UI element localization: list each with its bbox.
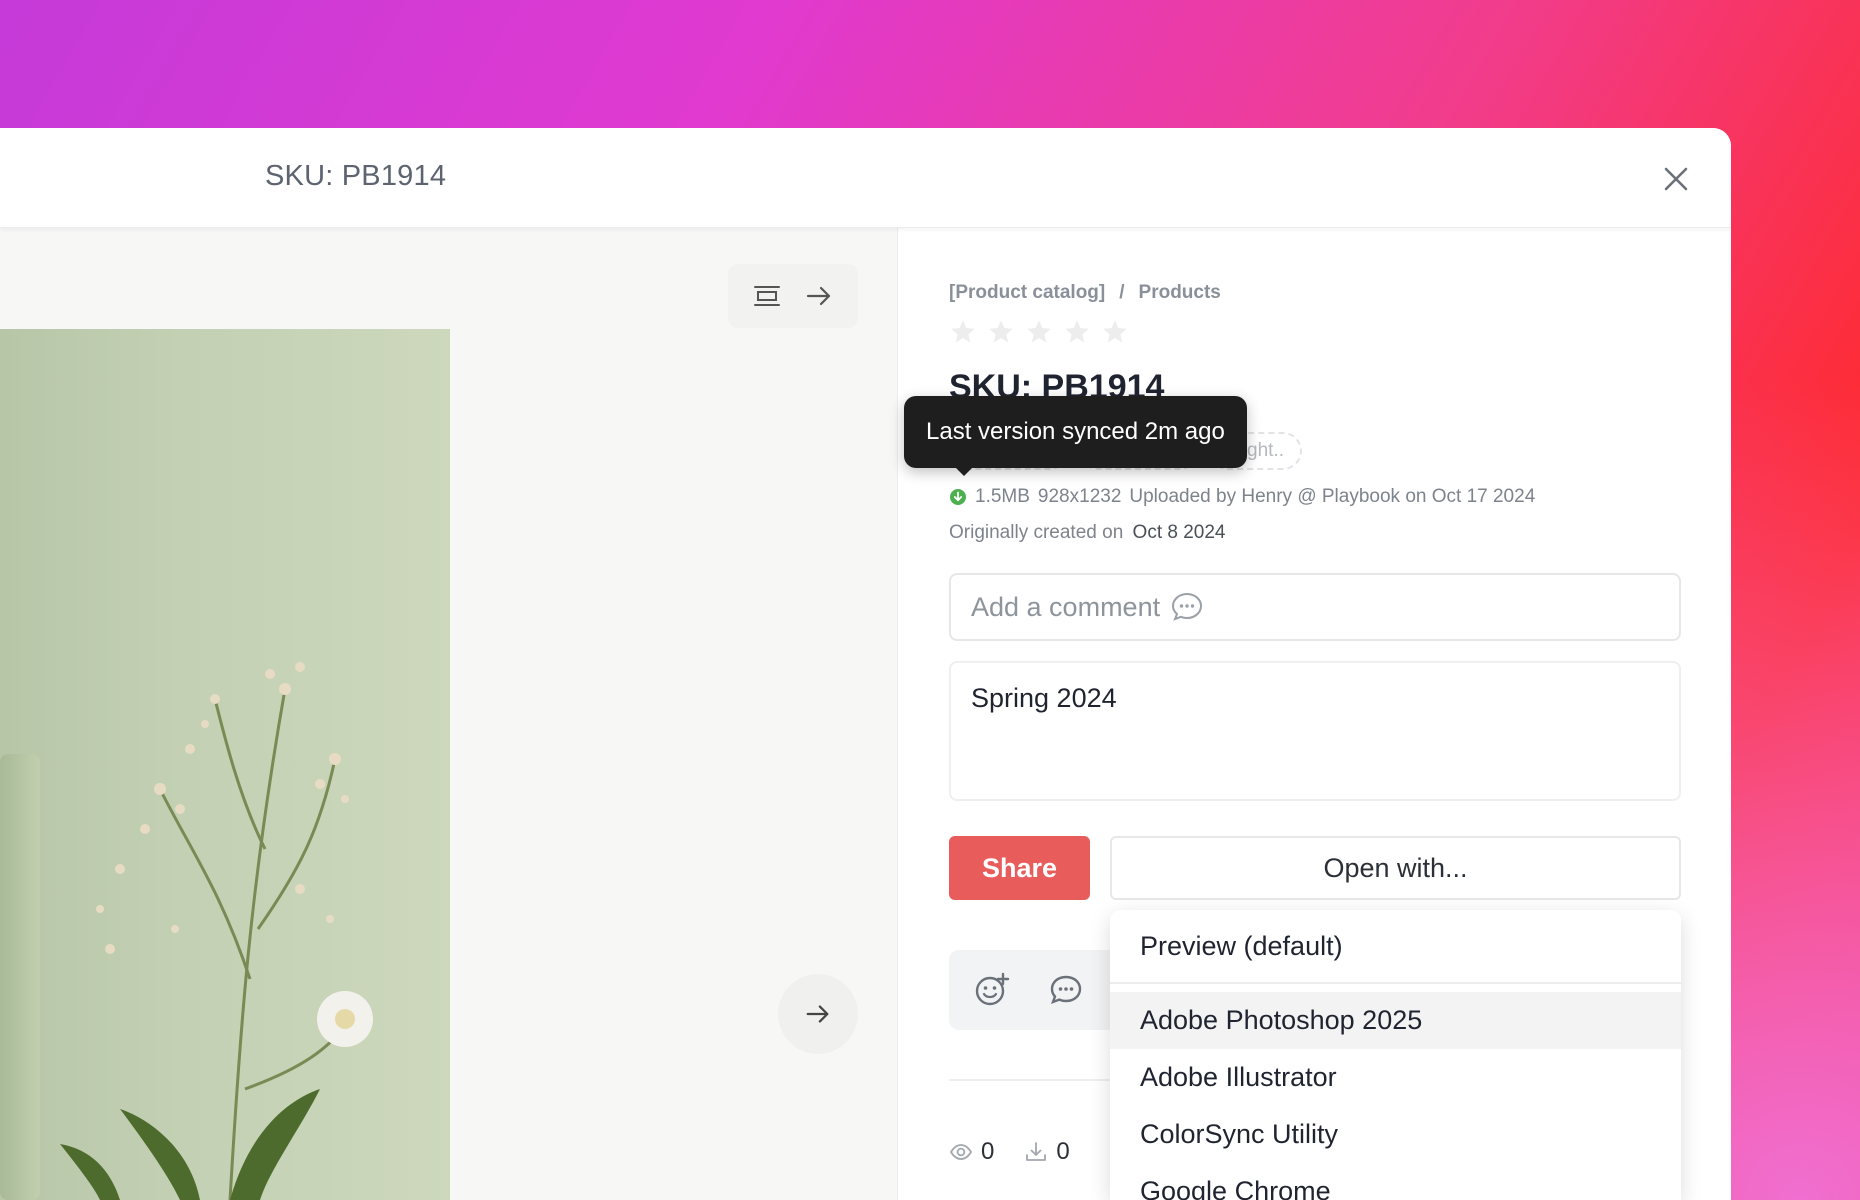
star-icon[interactable] [949,318,977,346]
comment-input[interactable]: Add a comment [949,573,1681,641]
comments-icon[interactable] [1047,971,1085,1009]
eye-icon [949,1144,973,1160]
layout-icon[interactable] [752,281,782,311]
open-with-button[interactable]: Open with... [1110,836,1681,900]
product-image [0,329,450,1200]
menu-item-illustrator[interactable]: Adobe Illustrator [1110,1049,1681,1106]
file-size: 1.5MB [975,486,1030,507]
star-icon[interactable] [1025,318,1053,346]
comment-placeholder: Add a comment [971,591,1161,622]
created-label: Originally created on [949,522,1124,543]
modal-title: SKU: PB1914 [265,160,447,192]
menu-item-preview[interactable]: Preview (default) [1110,910,1681,984]
created-info: Originally created on Oct 8 2024 [949,522,1226,544]
views-stat: 0 [949,1138,994,1166]
flower-illustration [0,662,373,1200]
arrow-right-icon[interactable] [804,281,834,311]
sync-tooltip: Last version synced 2m ago [904,396,1247,476]
file-dimensions: 928x1232 [1037,486,1122,507]
sync-status-icon [950,489,966,505]
menu-item-colorsync[interactable]: ColorSync Utility [1110,1106,1681,1163]
menu-item-photoshop[interactable]: Adobe Photoshop 2025 [1110,992,1681,1049]
file-meta: 1.5MB 928x1232 Uploaded by Henry @ Playb… [949,486,1535,508]
breadcrumb: [Product catalog] / Products [949,282,1221,304]
breadcrumb-products[interactable]: Products [1139,282,1221,304]
modal-header: SKU: PB1914 [0,128,1731,228]
close-icon[interactable] [1661,164,1691,194]
arrow-right-icon [806,1005,829,1023]
star-icon[interactable] [987,318,1015,346]
open-with-menu: Preview (default) Adobe Photoshop 2025 A… [1110,910,1681,1200]
share-button[interactable]: Share [949,836,1090,900]
speech-bubble-icon [1172,592,1203,621]
rating-stars [949,318,1129,346]
star-icon[interactable] [1101,318,1129,346]
next-image-button[interactable] [778,974,858,1054]
breadcrumb-catalog[interactable]: [Product catalog] [949,282,1105,304]
menu-item-chrome[interactable]: Google Chrome [1110,1163,1681,1200]
download-icon [1026,1142,1047,1161]
preview-pane [0,228,898,1200]
asset-stats: 0 0 [949,1138,1070,1166]
star-icon[interactable] [1063,318,1091,346]
created-date: Oct 8 2024 [1132,522,1226,543]
preview-toolbar [728,264,858,328]
breadcrumb-separator: / [1119,282,1125,303]
notes-field[interactable]: Spring 2024 [949,661,1681,801]
downloads-count: 0 [1056,1138,1070,1165]
downloads-stat: 0 [1024,1138,1070,1166]
views-count: 0 [981,1138,995,1165]
upload-info: Uploaded by Henry @ Playbook on Oct 17 2… [1129,486,1536,507]
add-reaction-icon[interactable] [973,971,1011,1009]
